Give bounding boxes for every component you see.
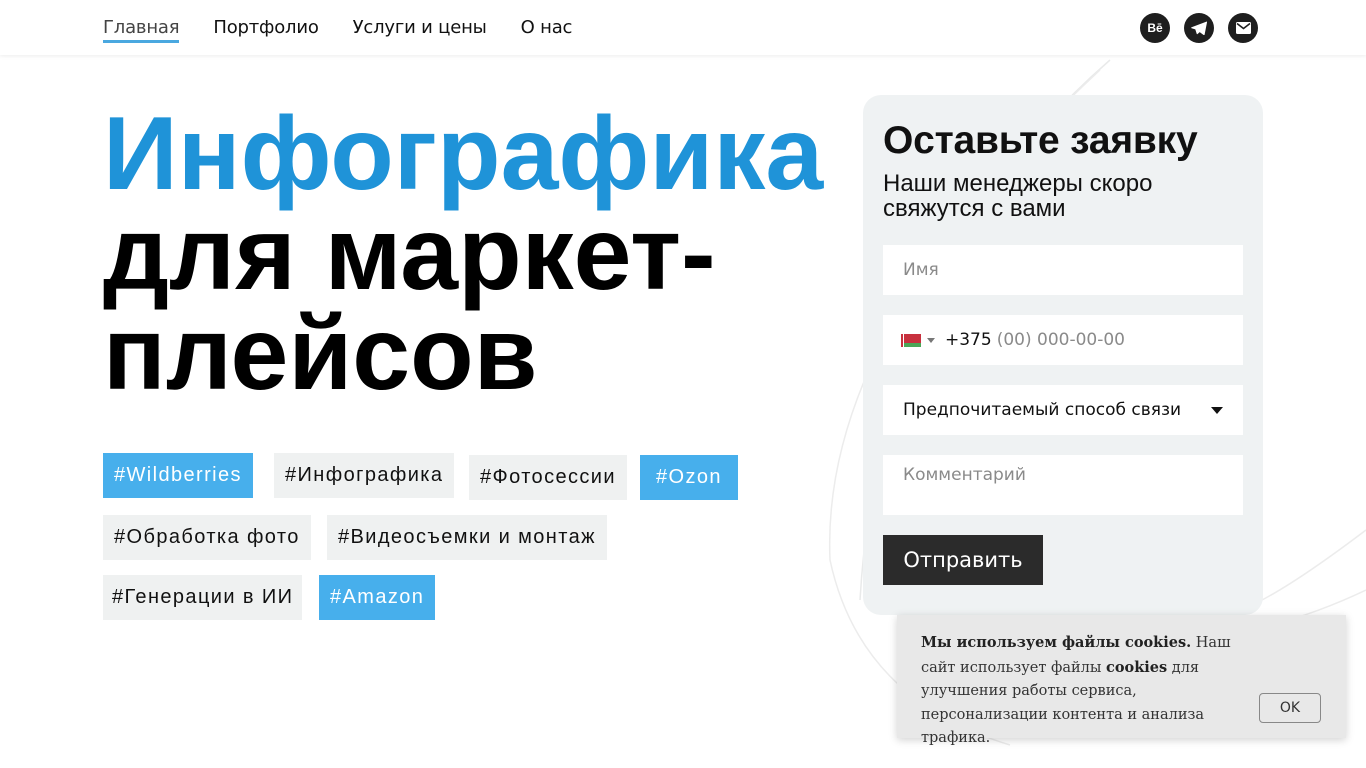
contact-method-select[interactable]: Предпочитаемый способ связи — [883, 385, 1243, 435]
main-nav: Главная Портфолио Услуги и цены О нас — [103, 17, 572, 43]
social-links: Bē — [1140, 13, 1258, 43]
cookie-text-bold: cookies — [1106, 658, 1168, 676]
phone-input[interactable]: +375 (00) 000-00-00 — [883, 315, 1243, 365]
nav-item-services-prices[interactable]: Услуги и цены — [353, 17, 487, 43]
comment-textarea[interactable]: Комментарий — [883, 455, 1243, 515]
tag-amazon[interactable]: #Amazon — [319, 575, 436, 620]
tag-video-shooting[interactable]: #Видеосъемки и монтаж — [327, 515, 607, 560]
cookie-text: Мы используем файлы cookies. Наш сайт ис… — [921, 631, 1251, 751]
nav-item-about[interactable]: О нас — [521, 17, 573, 43]
hero-title-rest: для маркет-плейсов — [103, 196, 716, 412]
tag-ai-generation[interactable]: #Генерации в ИИ — [103, 575, 303, 620]
contact-method-value: Предпочитаемый способ связи — [903, 400, 1182, 420]
hero-title-accent: Инфографика — [103, 96, 824, 212]
cookie-banner: Мы используем файлы cookies. Наш сайт ис… — [897, 615, 1346, 746]
tag-photo-editing[interactable]: #Обработка фото — [103, 515, 311, 560]
belarus-flag-icon[interactable] — [901, 333, 921, 347]
request-form-card: Оставьте заявку Наши менеджеры скоро свя… — [863, 95, 1263, 615]
name-placeholder: Имя — [903, 260, 939, 280]
chevron-down-icon — [1211, 406, 1223, 414]
country-chevron-down-icon[interactable] — [927, 337, 935, 343]
form-subtitle: Наши менеджеры скоро свяжутся с вами — [883, 170, 1153, 222]
phone-placeholder: (00) 000-00-00 — [996, 330, 1125, 350]
hero-title: Инфографика для маркет-плейсов — [103, 96, 843, 412]
form-title: Оставьте заявку — [883, 119, 1198, 162]
behance-label: Bē — [1147, 21, 1163, 35]
tag-infographics[interactable]: #Инфографика — [274, 453, 455, 498]
mail-icon[interactable] — [1228, 13, 1258, 43]
cookie-title: Мы используем файлы cookies. — [921, 634, 1192, 651]
comment-placeholder: Комментарий — [903, 465, 1026, 485]
submit-button[interactable]: Отправить — [883, 535, 1043, 585]
behance-icon[interactable]: Bē — [1140, 13, 1170, 43]
tag-ozon[interactable]: #Ozon — [640, 455, 738, 500]
phone-country-code: +375 — [945, 330, 992, 350]
tag-wildberries[interactable]: #Wildberries — [103, 453, 253, 498]
cookie-ok-button[interactable]: OK — [1259, 693, 1321, 723]
telegram-icon[interactable] — [1184, 13, 1214, 43]
tag-photosessions[interactable]: #Фотосессии — [469, 455, 627, 500]
name-input[interactable]: Имя — [883, 245, 1243, 295]
top-navigation-bar: Главная Портфолио Услуги и цены О нас Bē — [0, 0, 1366, 55]
nav-item-home[interactable]: Главная — [103, 17, 180, 43]
nav-item-portfolio[interactable]: Портфолио — [213, 17, 318, 43]
